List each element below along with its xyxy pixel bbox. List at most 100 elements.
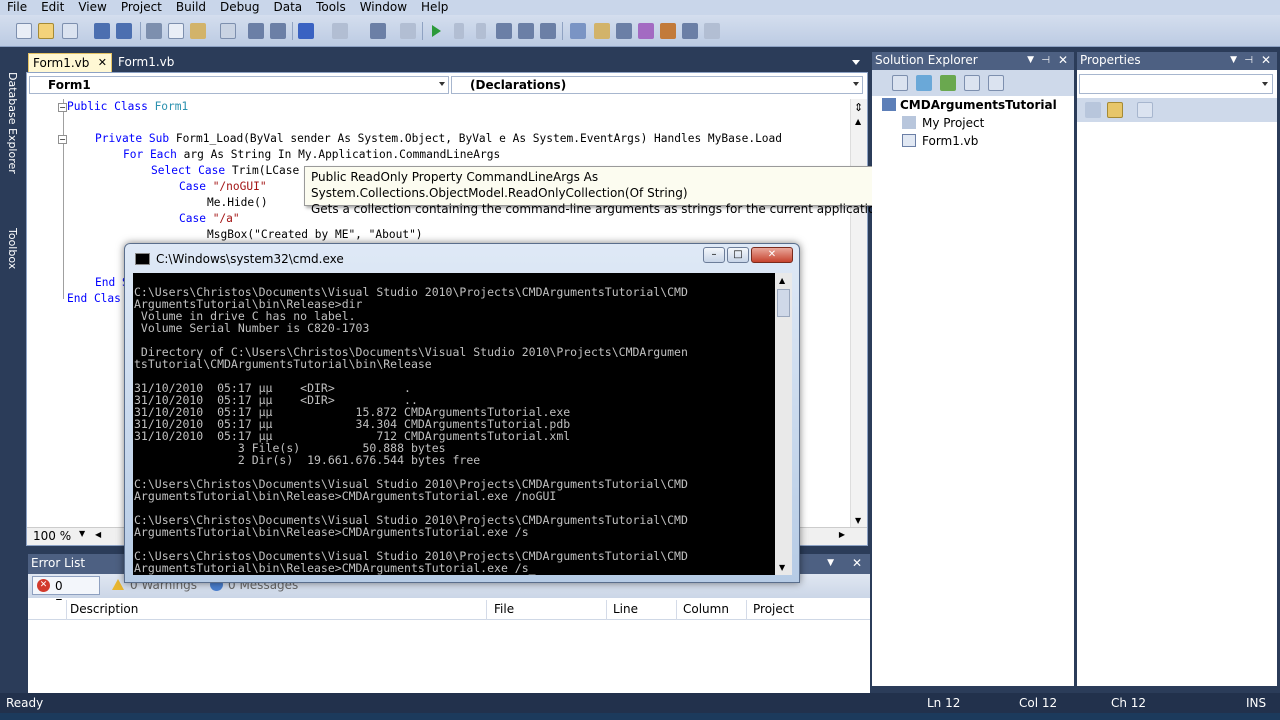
menu-help[interactable]: Help — [414, 0, 455, 14]
scroll-left-icon[interactable]: ◀ — [95, 530, 101, 539]
show-all-files-icon[interactable] — [916, 75, 932, 91]
scroll-up-icon[interactable]: ▲ — [779, 276, 785, 285]
vb-project-icon — [882, 98, 896, 111]
property-pages-icon[interactable] — [1137, 102, 1153, 118]
column-project[interactable]: Project — [753, 602, 794, 616]
menu-debug[interactable]: Debug — [213, 0, 266, 14]
close-icon[interactable]: ✕ — [1058, 52, 1068, 69]
uncomment-icon[interactable] — [270, 23, 286, 39]
column-description[interactable]: Description — [70, 602, 138, 616]
menu-file[interactable]: File — [0, 0, 34, 14]
extension-manager-icon[interactable] — [704, 23, 720, 39]
pause-icon[interactable] — [454, 23, 464, 39]
new-project-icon[interactable] — [16, 23, 32, 39]
cut-icon[interactable] — [146, 23, 162, 39]
tab-form1-vb[interactable]: Form1.vb ✕ — [28, 53, 112, 72]
maximize-button[interactable]: □ — [727, 247, 749, 263]
refresh-icon[interactable] — [940, 75, 956, 91]
copy-icon[interactable] — [168, 23, 184, 39]
zoom-level[interactable]: 100 % — [33, 529, 71, 543]
split-icon[interactable]: ⇕ — [854, 101, 863, 114]
column-file[interactable]: File — [494, 602, 514, 616]
close-icon[interactable]: ✕ — [852, 554, 862, 573]
add-item-icon[interactable] — [62, 23, 78, 39]
menu-window[interactable]: Window — [353, 0, 414, 14]
menu-edit[interactable]: Edit — [34, 0, 71, 14]
menu-build[interactable]: Build — [169, 0, 213, 14]
column-line[interactable]: Line — [613, 602, 638, 616]
tab-form1-design[interactable]: Form1.vb [Design] — [114, 53, 224, 87]
column-column[interactable]: Column — [683, 602, 729, 616]
document-dropdown-icon[interactable] — [852, 60, 860, 65]
code-line-13: End Clas — [67, 292, 121, 305]
console-scrollbar[interactable]: ▲ ▼ — [775, 273, 792, 575]
project-name: CMDArgumentsTutorial — [900, 98, 1057, 112]
panel-menu-icon[interactable]: ▼ — [827, 554, 834, 573]
menu-bar: File Edit View Project Build Debug Data Tools Wi… — [0, 0, 1280, 15]
undo-icon[interactable] — [298, 23, 314, 39]
class-combo[interactable]: Form1 — [29, 76, 449, 94]
properties-icon[interactable] — [892, 75, 908, 91]
line-number: Ln 12 — [927, 696, 961, 710]
step-into-icon[interactable] — [496, 23, 512, 39]
comment-icon[interactable] — [248, 23, 264, 39]
object-selector[interactable] — [1079, 74, 1273, 94]
start-page-icon[interactable] — [682, 23, 698, 39]
properties-title[interactable]: Properties ▼ ⊣ ✕ — [1077, 52, 1277, 70]
error-icon: ✕ — [37, 579, 50, 592]
pin-icon[interactable]: ⊣ — [1041, 52, 1050, 69]
toolbox-tab[interactable]: Toolbox — [3, 228, 19, 269]
object-browser-icon[interactable] — [638, 23, 654, 39]
solution-explorer-title[interactable]: Solution Explorer ▼ ⊣ ✕ — [872, 52, 1074, 70]
errors-filter-button[interactable]: ✕ 0 Errors — [32, 576, 100, 611]
close-icon[interactable]: ✕ — [98, 54, 107, 72]
menu-project[interactable]: Project — [114, 0, 169, 14]
menu-view[interactable]: View — [71, 0, 113, 14]
scroll-up-icon[interactable]: ▲ — [855, 117, 861, 126]
minimize-button[interactable]: – — [703, 247, 725, 263]
close-icon[interactable]: ✕ — [1261, 52, 1271, 69]
zoom-dropdown-icon[interactable]: ▼ — [79, 529, 85, 538]
save-icon[interactable] — [94, 23, 110, 39]
solution-explorer-toolbar — [872, 70, 1074, 96]
view-code-icon[interactable] — [964, 75, 980, 91]
navigate-forward-icon[interactable] — [400, 23, 416, 39]
step-out-icon[interactable] — [540, 23, 556, 39]
solution-explorer-icon[interactable] — [594, 23, 610, 39]
alphabetical-icon[interactable] — [1107, 102, 1123, 118]
scroll-thumb[interactable] — [777, 289, 790, 317]
start-debugging-icon[interactable] — [432, 25, 441, 37]
stop-icon[interactable] — [476, 23, 486, 39]
open-file-icon[interactable] — [38, 23, 54, 39]
menu-data[interactable]: Data — [266, 0, 309, 14]
panel-menu-icon[interactable]: ▼ — [1027, 52, 1034, 69]
properties-icon[interactable] — [616, 23, 632, 39]
code-line-1: Public Class Form1 — [67, 100, 189, 113]
database-explorer-tab[interactable]: Database Explorer — [3, 72, 19, 174]
editor-vertical-scrollbar[interactable]: ⇕ ▲ ▼ — [850, 99, 867, 529]
categorized-icon[interactable] — [1085, 102, 1101, 118]
navigate-back-icon[interactable] — [370, 23, 386, 39]
find-icon[interactable] — [220, 23, 236, 39]
menu-tools[interactable]: Tools — [309, 0, 353, 14]
cmd-window[interactable]: C:\Windows\system32\cmd.exe – □ ✕ C:\Use… — [124, 243, 800, 583]
scroll-down-icon[interactable]: ▼ — [855, 516, 861, 525]
close-button[interactable]: ✕ — [751, 247, 793, 263]
scroll-right-icon[interactable]: ▶ — [839, 530, 845, 539]
save-all-icon[interactable] — [116, 23, 132, 39]
paste-icon[interactable] — [190, 23, 206, 39]
scroll-down-icon[interactable]: ▼ — [779, 563, 785, 572]
panel-menu-icon[interactable]: ▼ — [1230, 52, 1237, 69]
view-designer-icon[interactable] — [988, 75, 1004, 91]
member-combo[interactable]: (Declarations) — [451, 76, 863, 94]
console-output[interactable]: C:\Users\Christos\Documents\Visual Studi… — [133, 273, 775, 575]
tree-item-my-project[interactable]: My Project — [902, 116, 984, 130]
properties-panel: Properties ▼ ⊣ ✕ — [1077, 52, 1277, 686]
toolbox-icon[interactable] — [660, 23, 676, 39]
tree-item-project[interactable]: CMDArgumentsTutorial — [882, 98, 1057, 112]
tree-item-form1[interactable]: Form1.vb — [902, 134, 978, 148]
step-over-icon[interactable] — [518, 23, 534, 39]
pin-icon[interactable]: ⊣ — [1244, 52, 1253, 69]
redo-icon[interactable] — [332, 23, 348, 39]
find-in-files-icon[interactable] — [570, 23, 586, 39]
